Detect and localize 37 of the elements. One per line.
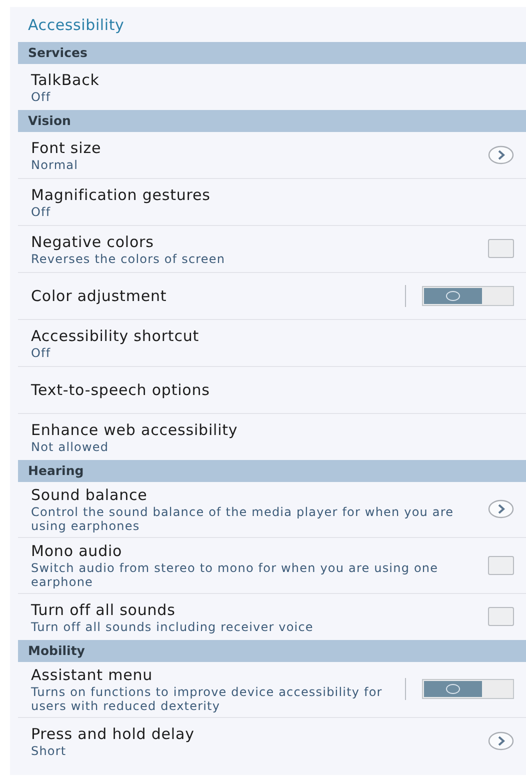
setting-title[interactable]: Negative colors bbox=[31, 232, 488, 252]
setting-summary: Turns on functions to improve device accessibility for users with reduced dexterity bbox=[31, 685, 384, 713]
setting-title[interactable]: Color adjustment bbox=[31, 286, 397, 306]
setting-summary: Off bbox=[31, 346, 52, 360]
checkbox[interactable] bbox=[488, 239, 514, 258]
setting-title[interactable]: Font size bbox=[31, 138, 488, 158]
screen-title: Accessibility bbox=[27, 15, 126, 36]
section-header: Services bbox=[18, 42, 526, 64]
setting-title[interactable]: Assistant menu bbox=[31, 665, 397, 685]
setting-summary: Short bbox=[31, 744, 68, 758]
section-header: Vision bbox=[18, 110, 526, 132]
setting-title[interactable]: Press and hold delay bbox=[31, 724, 488, 744]
setting-summary: Turn off all sounds including receiver voice bbox=[31, 620, 314, 634]
setting-title[interactable]: Magnification gestures bbox=[31, 184, 514, 204]
setting-title[interactable]: Accessibility shortcut bbox=[31, 326, 514, 346]
section-header: Mobility bbox=[18, 640, 526, 662]
setting-summary: Switch audio from stereo to mono for when you are using one earphone bbox=[31, 561, 440, 589]
toggle-switch[interactable] bbox=[422, 286, 514, 306]
setting-summary: Not allowed bbox=[31, 440, 110, 454]
setting-summary: Off bbox=[31, 204, 52, 218]
checkbox[interactable] bbox=[488, 556, 514, 574]
chevron-icon[interactable] bbox=[488, 499, 514, 519]
chevron-icon[interactable] bbox=[488, 144, 514, 164]
setting-summary: Off bbox=[31, 90, 52, 104]
section-header: Hearing bbox=[18, 460, 526, 482]
chevron-icon[interactable] bbox=[488, 730, 514, 750]
checkbox[interactable] bbox=[488, 607, 514, 626]
setting-title[interactable]: Mono audio bbox=[31, 541, 488, 561]
toggle-switch[interactable] bbox=[422, 679, 514, 699]
setting-summary: Reverses the colors of screen bbox=[31, 252, 226, 266]
setting-title[interactable]: Sound balance bbox=[31, 485, 488, 505]
setting-title[interactable]: Text-to-speech options bbox=[31, 380, 514, 400]
setting-title[interactable]: Enhance web accessibility bbox=[31, 420, 514, 440]
setting-title[interactable]: Turn off all sounds bbox=[31, 600, 488, 620]
setting-summary: Control the sound balance of the media player for when you are using earphones bbox=[31, 505, 455, 533]
setting-title[interactable]: TalkBack bbox=[31, 70, 514, 90]
setting-summary: Normal bbox=[31, 158, 80, 172]
